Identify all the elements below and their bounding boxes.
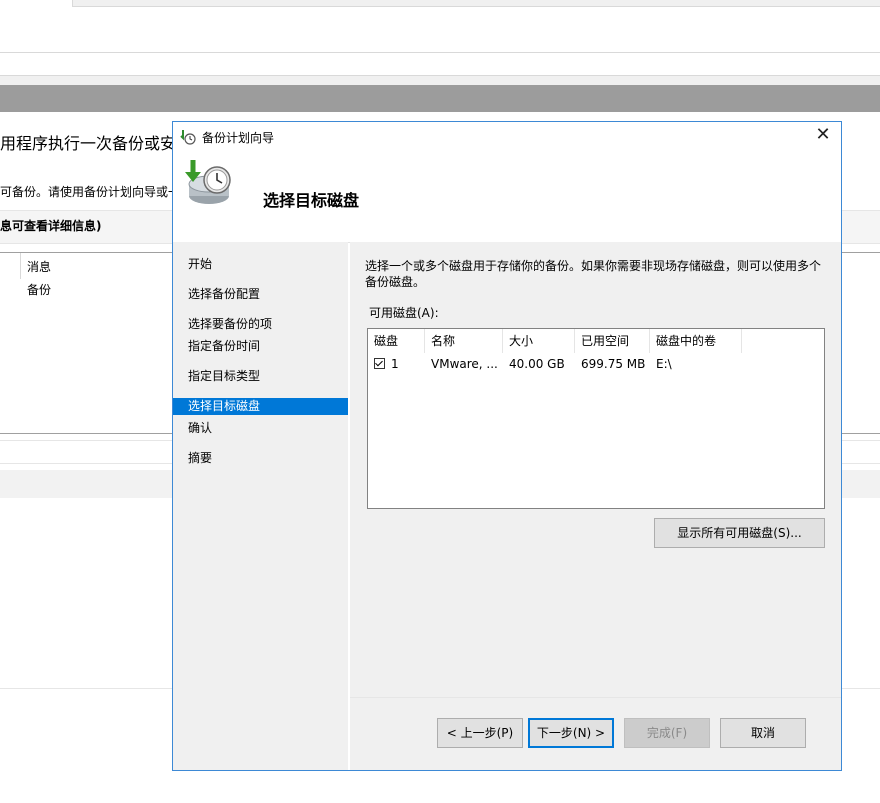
step-confirm[interactable]: 确认 — [188, 420, 212, 436]
close-icon: ✕ — [815, 124, 831, 145]
column-header-used-space[interactable]: 已用空间 — [575, 329, 650, 353]
step-start[interactable]: 开始 — [188, 256, 212, 272]
step-summary[interactable]: 摘要 — [188, 450, 212, 466]
cell-used-space: 699.75 MB — [581, 357, 646, 371]
step-select-destination-disk[interactable]: 选择目标磁盘 — [173, 398, 348, 415]
column-header-size[interactable]: 大小 — [503, 329, 575, 353]
column-divider — [20, 253, 21, 279]
step-select-items[interactable]: 选择要备份的项 — [188, 316, 272, 332]
cancel-button[interactable]: 取消 — [720, 718, 806, 748]
cell-disk: 1 — [368, 353, 425, 375]
page-title: 选择目标磁盘 — [263, 191, 360, 210]
column-message[interactable]: 消息 — [27, 258, 51, 275]
background-title: 用程序执行一次备份或安排 — [0, 134, 193, 153]
step-backup-time[interactable]: 指定备份时间 — [188, 338, 260, 354]
disk-number: 1 — [391, 357, 399, 371]
details-panel-label: 息可查看详细信息) — [0, 219, 102, 233]
next-button[interactable]: 下一步(N) > — [528, 718, 614, 748]
show-all-disks-button[interactable]: 显示所有可用磁盘(S)... — [654, 518, 825, 548]
footer-divider — [350, 697, 841, 698]
column-header-disk[interactable]: 磁盘 — [368, 329, 425, 353]
title-bar[interactable]: 备份计划向导 ✕ — [173, 122, 841, 150]
cell-name: VMware, ... — [431, 357, 498, 371]
wizard-header: 选择目标磁盘 — [173, 150, 841, 243]
section-header-bar — [0, 85, 880, 112]
wizard-steps-sidebar: 开始 选择备份配置 选择要备份的项 指定备份时间 指定目标类型 选择目标磁盘 确… — [173, 242, 348, 770]
instruction-text: 选择一个或多个磁盘用于存储你的备份。如果你需要非现场存储磁盘，则可以使用多个备份… — [365, 259, 822, 289]
close-button[interactable]: ✕ — [811, 125, 835, 147]
cell-volumes: E:\ — [656, 357, 672, 371]
finish-button[interactable]: 完成(F) — [624, 718, 710, 748]
step-destination-type[interactable]: 指定目标类型 — [188, 368, 260, 384]
divider — [0, 52, 880, 53]
top-toolbar-strip — [72, 0, 880, 7]
step-select-backup-config[interactable]: 选择备份配置 — [188, 286, 260, 302]
back-button[interactable]: < 上一步(P) — [437, 718, 523, 748]
wizard-content: 选择一个或多个磁盘用于存储你的备份。如果你需要非现场存储磁盘，则可以使用多个备份… — [350, 242, 841, 770]
backup-schedule-wizard-dialog: 备份计划向导 ✕ 选择目标磁盘 开始 选择备份配置 选择要备份的项 指定备份时间… — [172, 121, 842, 771]
column-backup[interactable]: 备份 — [27, 281, 51, 298]
window-title: 备份计划向导 — [202, 131, 275, 145]
disk-backup-clock-icon — [181, 158, 233, 210]
column-header-volumes[interactable]: 磁盘中的卷 — [650, 329, 742, 353]
background-description: 可备份。请使用备份计划向导或一 — [0, 185, 181, 199]
top-toolbar — [0, 0, 880, 8]
backup-schedule-icon — [180, 129, 196, 145]
column-header-name[interactable]: 名称 — [425, 329, 503, 353]
cell-size: 40.00 GB — [509, 357, 565, 371]
available-disks-list[interactable]: 磁盘 名称 大小 已用空间 磁盘中的卷 1 VMware, ... 40.00 … — [367, 328, 825, 509]
available-disks-label: 可用磁盘(A): — [369, 306, 439, 320]
checkbox-checked-icon[interactable] — [374, 358, 385, 369]
